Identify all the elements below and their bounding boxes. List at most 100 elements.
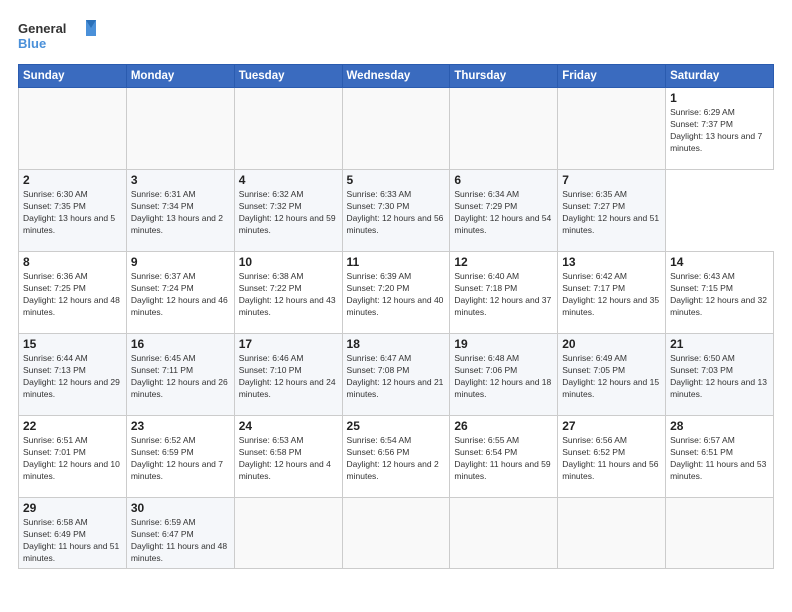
svg-text:Blue: Blue — [18, 36, 46, 51]
daylight: Daylight: 12 hours and 48 minutes. — [23, 295, 120, 317]
day-info: Sunrise: 6:54 AM Sunset: 6:56 PM Dayligh… — [347, 435, 446, 483]
table-row: 15 Sunrise: 6:44 AM Sunset: 7:13 PM Dayl… — [19, 334, 127, 416]
daylight: Daylight: 12 hours and 18 minutes. — [454, 377, 551, 399]
day-info: Sunrise: 6:59 AM Sunset: 6:47 PM Dayligh… — [131, 517, 230, 565]
svg-text:General: General — [18, 21, 66, 36]
sunset: Sunset: 7:29 PM — [454, 201, 517, 211]
daylight: Daylight: 12 hours and 26 minutes. — [131, 377, 228, 399]
col-saturday: Saturday — [666, 65, 774, 88]
day-info: Sunrise: 6:55 AM Sunset: 6:54 PM Dayligh… — [454, 435, 553, 483]
day-info: Sunrise: 6:56 AM Sunset: 6:52 PM Dayligh… — [562, 435, 661, 483]
daylight: Daylight: 11 hours and 59 minutes. — [454, 459, 550, 481]
sunrise: Sunrise: 6:34 AM — [454, 189, 519, 199]
daylight: Daylight: 11 hours and 56 minutes. — [562, 459, 658, 481]
day-number: 6 — [454, 173, 553, 187]
day-number: 11 — [347, 255, 446, 269]
daylight: Daylight: 12 hours and 13 minutes. — [670, 377, 767, 399]
daylight: Daylight: 12 hours and 54 minutes. — [454, 213, 551, 235]
table-row — [234, 88, 342, 170]
sunrise: Sunrise: 6:46 AM — [239, 353, 304, 363]
sunrise: Sunrise: 6:54 AM — [347, 435, 412, 445]
col-tuesday: Tuesday — [234, 65, 342, 88]
day-number: 20 — [562, 337, 661, 351]
table-row: 8 Sunrise: 6:36 AM Sunset: 7:25 PM Dayli… — [19, 252, 127, 334]
day-info: Sunrise: 6:58 AM Sunset: 6:49 PM Dayligh… — [23, 517, 122, 565]
day-number: 12 — [454, 255, 553, 269]
table-row: 19 Sunrise: 6:48 AM Sunset: 7:06 PM Dayl… — [450, 334, 558, 416]
sunrise: Sunrise: 6:57 AM — [670, 435, 735, 445]
day-number: 23 — [131, 419, 230, 433]
table-row: 7 Sunrise: 6:35 AM Sunset: 7:27 PM Dayli… — [558, 170, 666, 252]
calendar-header-row: Sunday Monday Tuesday Wednesday Thursday… — [19, 65, 774, 88]
sunset: Sunset: 6:52 PM — [562, 447, 625, 457]
table-row: 12 Sunrise: 6:40 AM Sunset: 7:18 PM Dayl… — [450, 252, 558, 334]
col-friday: Friday — [558, 65, 666, 88]
table-row — [558, 88, 666, 170]
sunset: Sunset: 7:08 PM — [347, 365, 410, 375]
daylight: Daylight: 12 hours and 35 minutes. — [562, 295, 659, 317]
table-row: 17 Sunrise: 6:46 AM Sunset: 7:10 PM Dayl… — [234, 334, 342, 416]
day-number: 16 — [131, 337, 230, 351]
col-monday: Monday — [126, 65, 234, 88]
table-row: 30 Sunrise: 6:59 AM Sunset: 6:47 PM Dayl… — [126, 498, 234, 569]
table-row — [450, 498, 558, 569]
sunrise: Sunrise: 6:59 AM — [131, 517, 196, 527]
day-info: Sunrise: 6:36 AM Sunset: 7:25 PM Dayligh… — [23, 271, 122, 319]
daylight: Daylight: 12 hours and 21 minutes. — [347, 377, 444, 399]
table-row: 14 Sunrise: 6:43 AM Sunset: 7:15 PM Dayl… — [666, 252, 774, 334]
sunset: Sunset: 7:18 PM — [454, 283, 517, 293]
day-info: Sunrise: 6:52 AM Sunset: 6:59 PM Dayligh… — [131, 435, 230, 483]
sunrise: Sunrise: 6:50 AM — [670, 353, 735, 363]
sunset: Sunset: 6:56 PM — [347, 447, 410, 457]
sunset: Sunset: 6:59 PM — [131, 447, 194, 457]
day-info: Sunrise: 6:43 AM Sunset: 7:15 PM Dayligh… — [670, 271, 769, 319]
table-row — [342, 88, 450, 170]
table-row: 21 Sunrise: 6:50 AM Sunset: 7:03 PM Dayl… — [666, 334, 774, 416]
table-row: 3 Sunrise: 6:31 AM Sunset: 7:34 PM Dayli… — [126, 170, 234, 252]
table-row: 1 Sunrise: 6:29 AM Sunset: 7:37 PM Dayli… — [666, 88, 774, 170]
daylight: Daylight: 12 hours and 24 minutes. — [239, 377, 336, 399]
table-row — [126, 88, 234, 170]
table-row — [342, 498, 450, 569]
table-row — [666, 498, 774, 569]
sunset: Sunset: 7:17 PM — [562, 283, 625, 293]
sunset: Sunset: 7:03 PM — [670, 365, 733, 375]
sunset: Sunset: 7:30 PM — [347, 201, 410, 211]
sunrise: Sunrise: 6:45 AM — [131, 353, 196, 363]
sunset: Sunset: 6:58 PM — [239, 447, 302, 457]
daylight: Daylight: 13 hours and 7 minutes. — [670, 131, 762, 153]
sunrise: Sunrise: 6:42 AM — [562, 271, 627, 281]
header: General Blue — [18, 18, 774, 54]
day-number: 24 — [239, 419, 338, 433]
sunrise: Sunrise: 6:58 AM — [23, 517, 88, 527]
table-row: 24 Sunrise: 6:53 AM Sunset: 6:58 PM Dayl… — [234, 416, 342, 498]
page: General Blue Sunday Monday Tuesday Wedne… — [0, 0, 792, 612]
day-info: Sunrise: 6:38 AM Sunset: 7:22 PM Dayligh… — [239, 271, 338, 319]
daylight: Daylight: 12 hours and 2 minutes. — [347, 459, 439, 481]
table-row: 26 Sunrise: 6:55 AM Sunset: 6:54 PM Dayl… — [450, 416, 558, 498]
day-info: Sunrise: 6:45 AM Sunset: 7:11 PM Dayligh… — [131, 353, 230, 401]
sunrise: Sunrise: 6:44 AM — [23, 353, 88, 363]
table-row: 18 Sunrise: 6:47 AM Sunset: 7:08 PM Dayl… — [342, 334, 450, 416]
table-row: 10 Sunrise: 6:38 AM Sunset: 7:22 PM Dayl… — [234, 252, 342, 334]
table-row: 22 Sunrise: 6:51 AM Sunset: 7:01 PM Dayl… — [19, 416, 127, 498]
logo: General Blue — [18, 18, 98, 54]
day-info: Sunrise: 6:48 AM Sunset: 7:06 PM Dayligh… — [454, 353, 553, 401]
day-info: Sunrise: 6:42 AM Sunset: 7:17 PM Dayligh… — [562, 271, 661, 319]
sunset: Sunset: 7:01 PM — [23, 447, 86, 457]
sunset: Sunset: 7:25 PM — [23, 283, 86, 293]
daylight: Daylight: 11 hours and 48 minutes. — [131, 541, 227, 563]
table-row — [234, 498, 342, 569]
day-number: 14 — [670, 255, 769, 269]
sunrise: Sunrise: 6:53 AM — [239, 435, 304, 445]
day-number: 5 — [347, 173, 446, 187]
sunset: Sunset: 7:15 PM — [670, 283, 733, 293]
sunrise: Sunrise: 6:43 AM — [670, 271, 735, 281]
sunrise: Sunrise: 6:47 AM — [347, 353, 412, 363]
sunrise: Sunrise: 6:31 AM — [131, 189, 196, 199]
sunset: Sunset: 7:05 PM — [562, 365, 625, 375]
day-info: Sunrise: 6:30 AM Sunset: 7:35 PM Dayligh… — [23, 189, 122, 237]
sunrise: Sunrise: 6:33 AM — [347, 189, 412, 199]
daylight: Daylight: 12 hours and 59 minutes. — [239, 213, 336, 235]
day-info: Sunrise: 6:57 AM Sunset: 6:51 PM Dayligh… — [670, 435, 769, 483]
